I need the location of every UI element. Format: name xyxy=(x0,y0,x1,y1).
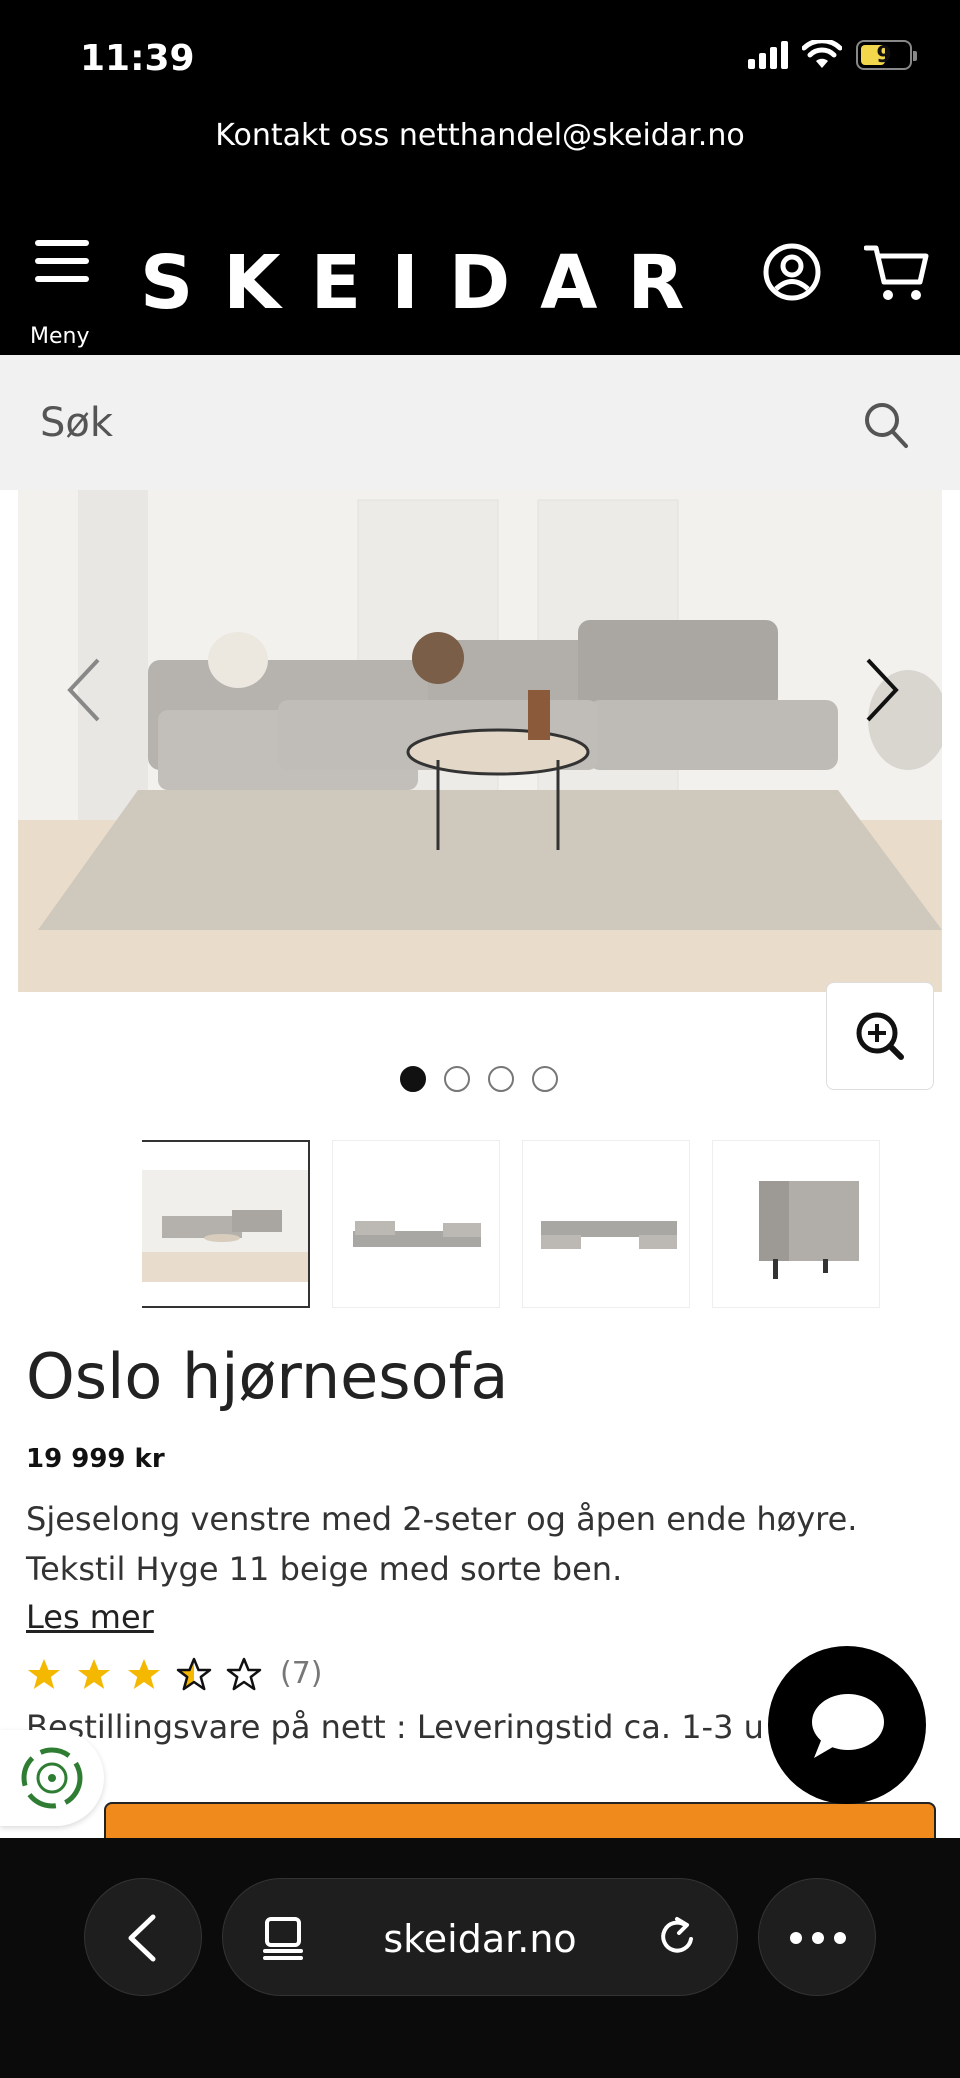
zoom-in-icon[interactable] xyxy=(827,983,935,1091)
sofa-photo xyxy=(18,490,942,992)
thumbnail-1[interactable] xyxy=(142,1140,310,1308)
account-icon[interactable] xyxy=(762,242,822,302)
cart-icon[interactable] xyxy=(864,242,930,304)
more-options-button[interactable] xyxy=(758,1878,876,1996)
review-count[interactable]: (7) xyxy=(280,1656,323,1691)
rating[interactable]: (7) xyxy=(26,1656,323,1691)
eco-badge[interactable] xyxy=(0,1730,104,1826)
status-time: 11:39 xyxy=(80,38,195,79)
status-bar: 11:39 9 xyxy=(0,0,960,110)
ellipsis-icon[interactable] xyxy=(759,1879,877,1997)
contact-banner[interactable]: Kontakt oss netthandel@skeidar.no xyxy=(0,110,960,220)
skeidar-logo[interactable]: SKEIDAR xyxy=(140,240,714,326)
search-icon[interactable] xyxy=(862,400,910,452)
chevron-left-icon[interactable] xyxy=(58,650,118,730)
star-icon xyxy=(226,1657,262,1690)
chat-button[interactable] xyxy=(768,1646,926,1804)
site-header: Meny SKEIDAR xyxy=(0,220,960,355)
star-icon xyxy=(28,1658,60,1689)
product-title: Oslo hjørnesofa xyxy=(26,1340,509,1413)
add-to-cart-button[interactable] xyxy=(104,1802,936,1838)
read-more-link[interactable]: Les mer xyxy=(26,1598,154,1636)
browser-toolbar: skeidar.no xyxy=(0,1838,960,2078)
product-description: Sjeselong venstre med 2-seter og åpen en… xyxy=(26,1500,858,1588)
star-icon xyxy=(176,1657,212,1690)
back-button[interactable] xyxy=(84,1878,202,1996)
carousel-dot[interactable] xyxy=(444,1066,470,1092)
chat-bubble-icon[interactable] xyxy=(768,1646,926,1804)
star-icon xyxy=(128,1658,160,1689)
search-input[interactable] xyxy=(40,393,840,453)
carousel-dots xyxy=(400,1066,558,1092)
thumbnail-4[interactable] xyxy=(712,1140,880,1308)
rating-stars[interactable] xyxy=(26,1657,262,1691)
address-bar[interactable]: skeidar.no xyxy=(222,1878,738,1996)
product-price: 19 999 kr xyxy=(26,1444,165,1474)
delivery-info: Bestillingsvare på nett : Leveringstid c… xyxy=(26,1708,766,1746)
thumbnail-3[interactable] xyxy=(522,1140,690,1308)
battery-level: 9 xyxy=(876,43,892,68)
battery-icon: 9 xyxy=(856,40,917,70)
recycle-icon[interactable] xyxy=(0,1730,104,1826)
thumbnail-strip xyxy=(142,1140,880,1308)
menu-button[interactable]: Meny xyxy=(28,240,100,349)
chevron-right-icon[interactable] xyxy=(848,650,908,730)
hamburger-icon[interactable] xyxy=(28,240,100,282)
cellular-signal-icon xyxy=(748,41,788,69)
zoom-button[interactable] xyxy=(826,982,934,1090)
reload-icon[interactable] xyxy=(655,1913,701,1961)
star-icon xyxy=(78,1658,110,1689)
carousel-dot[interactable] xyxy=(488,1066,514,1092)
product-image[interactable] xyxy=(18,490,942,992)
menu-label[interactable]: Meny xyxy=(30,324,89,349)
carousel-dot[interactable] xyxy=(532,1066,558,1092)
search-bar xyxy=(0,355,960,490)
wifi-icon xyxy=(802,40,842,68)
status-icons: 9 xyxy=(748,40,917,70)
back-arrow-icon[interactable] xyxy=(85,1879,203,1997)
thumbnail-2[interactable] xyxy=(332,1140,500,1308)
carousel-dot[interactable] xyxy=(400,1066,426,1092)
contact-text[interactable]: Kontakt oss netthandel@skeidar.no xyxy=(215,118,744,153)
